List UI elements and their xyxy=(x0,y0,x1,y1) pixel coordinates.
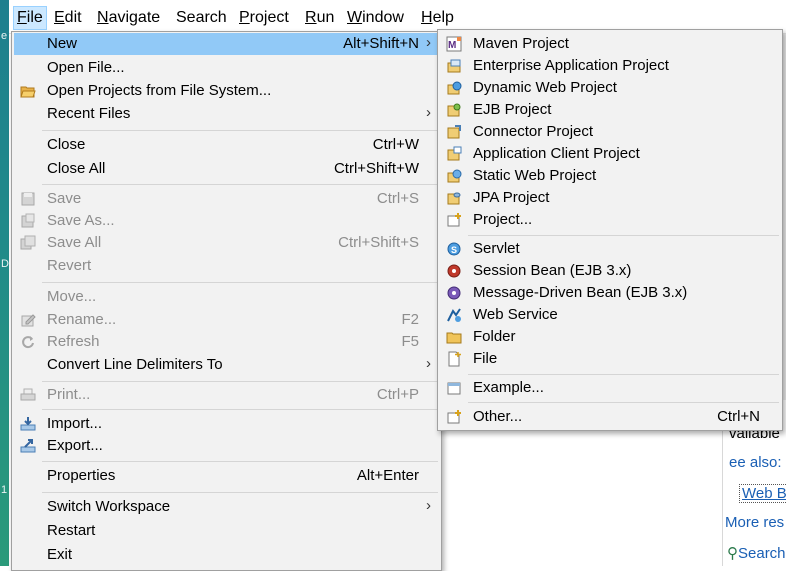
file-menu-open-file[interactable]: Open File... xyxy=(14,57,439,79)
file-menu-save-as[interactable]: Save As... xyxy=(14,210,439,232)
menu-separator xyxy=(42,130,438,131)
menubar-help[interactable]: Help xyxy=(418,7,457,29)
new-submenu: M Maven Project Enterprise Application P… xyxy=(437,29,783,431)
submenu-arrow-icon: › xyxy=(426,104,431,121)
new-web-service[interactable]: Web Service xyxy=(440,304,780,326)
menu-separator xyxy=(42,492,438,493)
file-menu-exit[interactable]: Exit xyxy=(14,544,439,566)
jpa-project-icon xyxy=(447,192,461,205)
file-menu-import[interactable]: Import... xyxy=(14,413,439,435)
file-menu: New Alt+Shift+N › Open File... Open Proj… xyxy=(11,31,442,571)
new-message-driven-bean[interactable]: Message-Driven Bean (EJB 3.x) xyxy=(440,282,780,304)
refresh-icon xyxy=(22,336,34,349)
new-dynamic-web-project[interactable]: Dynamic Web Project xyxy=(440,77,780,99)
file-menu-open-projects[interactable]: Open Projects from File System... xyxy=(14,80,439,102)
file-menu-revert[interactable]: Revert xyxy=(14,255,439,277)
menubar-edit[interactable]: Edit xyxy=(51,7,85,29)
import-icon xyxy=(20,417,36,431)
new-ejb-project[interactable]: EJB Project xyxy=(440,99,780,121)
menubar-run[interactable]: Run xyxy=(302,7,337,29)
help-see-also: ee also: xyxy=(729,454,782,471)
menubar-window[interactable]: Window xyxy=(344,7,407,29)
web-service-icon xyxy=(447,308,461,322)
file-menu-new[interactable]: New Alt+Shift+N › xyxy=(14,33,439,55)
new-jpa-project[interactable]: JPA Project xyxy=(440,187,780,209)
file-menu-restart[interactable]: Restart xyxy=(14,520,439,542)
new-example[interactable]: Example... xyxy=(440,377,780,399)
file-menu-export[interactable]: Export... xyxy=(14,435,439,457)
file-menu-convert-line-delimiters[interactable]: Convert Line Delimiters To › xyxy=(14,354,439,376)
menu-separator xyxy=(42,381,438,382)
menubar-search[interactable]: Search xyxy=(173,7,230,29)
file-menu-refresh[interactable]: Refresh F5 xyxy=(14,331,439,353)
save-all-icon xyxy=(20,235,36,250)
submenu-arrow-icon: › xyxy=(426,497,431,514)
file-menu-move[interactable]: Move... xyxy=(14,286,439,308)
new-project-icon xyxy=(447,213,461,227)
menu-separator xyxy=(42,409,438,410)
help-more-resources-link[interactable]: More res xyxy=(725,514,784,531)
new-file[interactable]: File xyxy=(440,348,780,370)
menu-separator xyxy=(468,402,779,403)
edge-mark: e xyxy=(1,30,8,42)
file-menu-print[interactable]: Print... Ctrl+P xyxy=(14,384,439,406)
app-client-project-icon xyxy=(447,146,462,161)
help-web-link[interactable]: Web B xyxy=(739,484,786,503)
menu-separator xyxy=(42,282,438,283)
file-menu-properties[interactable]: Properties Alt+Enter xyxy=(14,465,439,487)
connector-project-icon xyxy=(447,125,461,139)
edge-mark: D xyxy=(1,258,9,270)
menu-separator xyxy=(42,461,438,462)
new-session-bean[interactable]: Session Bean (EJB 3.x) xyxy=(440,260,780,282)
menubar-project[interactable]: Project xyxy=(236,7,292,29)
new-folder[interactable]: Folder xyxy=(440,326,780,348)
file-menu-close[interactable]: Close Ctrl+W xyxy=(14,134,439,156)
menu-separator xyxy=(468,235,779,236)
menu-separator xyxy=(42,184,438,185)
file-menu-rename[interactable]: Rename... F2 xyxy=(14,309,439,331)
example-icon xyxy=(447,382,461,395)
menubar-file[interactable]: File xyxy=(13,6,47,30)
new-maven-project[interactable]: M Maven Project xyxy=(440,33,780,55)
static-web-project-icon xyxy=(447,169,462,183)
message-driven-bean-icon xyxy=(447,286,461,300)
desktop-edge: e D 1 xyxy=(0,0,9,566)
file-menu-switch-workspace[interactable]: Switch Workspace › xyxy=(14,496,439,518)
help-search-link[interactable]: ⚲Search xyxy=(727,544,786,562)
export-icon xyxy=(20,439,36,453)
new-application-client-project[interactable]: Application Client Project xyxy=(440,143,780,165)
session-bean-icon xyxy=(447,264,461,278)
new-servlet[interactable]: S Servlet xyxy=(440,238,780,260)
menu-separator xyxy=(468,374,779,375)
new-project[interactable]: Project... xyxy=(440,209,780,231)
submenu-arrow-icon: › xyxy=(426,355,431,372)
web-project-icon xyxy=(447,81,462,95)
svg-text:M: M xyxy=(448,40,456,51)
file-menu-save[interactable]: Save Ctrl+S xyxy=(14,188,439,210)
submenu-arrow-icon: › xyxy=(426,34,431,51)
rename-icon xyxy=(21,314,36,327)
menubar-navigate[interactable]: Navigate xyxy=(94,7,163,29)
new-connector-project[interactable]: Connector Project xyxy=(440,121,780,143)
print-icon xyxy=(20,388,36,401)
file-menu-close-all[interactable]: Close All Ctrl+Shift+W xyxy=(14,158,439,180)
new-static-web-project[interactable]: Static Web Project xyxy=(440,165,780,187)
file-menu-recent-files[interactable]: Recent Files › xyxy=(14,103,439,125)
servlet-icon: S xyxy=(447,242,461,256)
ejb-project-icon xyxy=(447,103,461,117)
save-icon xyxy=(21,192,35,206)
enterprise-project-icon xyxy=(447,59,461,73)
folder-open-icon xyxy=(20,86,36,98)
file-menu-save-all[interactable]: Save All Ctrl+Shift+S xyxy=(14,232,439,254)
maven-project-icon: M xyxy=(446,36,462,52)
folder-icon xyxy=(446,332,462,344)
file-icon xyxy=(448,351,461,367)
save-as-icon xyxy=(21,213,35,228)
new-other[interactable]: Other... Ctrl+N xyxy=(440,406,780,428)
new-enterprise-application-project[interactable]: Enterprise Application Project xyxy=(440,55,780,77)
new-wizard-icon xyxy=(447,410,461,424)
edge-mark: 1 xyxy=(1,484,8,496)
svg-text:S: S xyxy=(451,245,457,255)
